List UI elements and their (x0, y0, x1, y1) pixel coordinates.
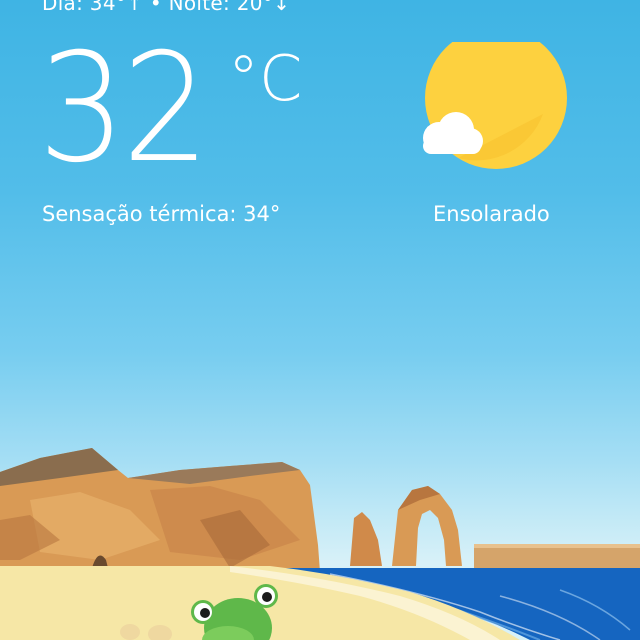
current-temperature: 32 (38, 22, 210, 196)
high-low-temperature: Dia: 34°↑ • Noite: 20°↓ (42, 0, 291, 15)
feels-like-temperature: Sensação térmica: 34° (42, 202, 281, 226)
weather-condition: Ensolarado (433, 202, 550, 226)
sun-with-cloud-icon (423, 42, 567, 169)
beach-illustration (0, 448, 640, 640)
temperature-unit[interactable]: °C (228, 48, 302, 110)
weather-screen: Dia: 34°↑ • Noite: 20°↓ 32 °C Sensação t… (0, 0, 640, 640)
current-temperature-block: 32 °C (38, 22, 302, 196)
